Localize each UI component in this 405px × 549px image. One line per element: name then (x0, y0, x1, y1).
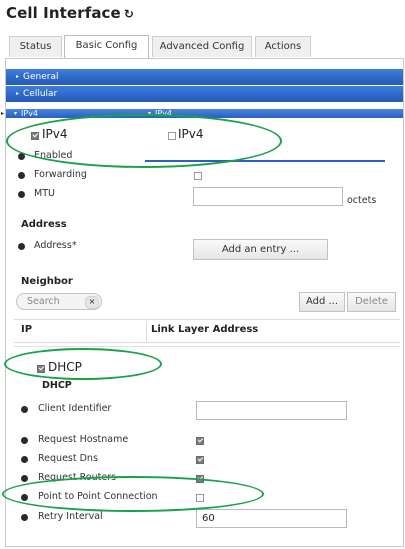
delete-button[interactable]: Delete (347, 292, 396, 312)
clear-icon[interactable]: × (85, 296, 99, 309)
column-ip[interactable]: IP (21, 324, 32, 335)
request-dns-checkbox[interactable] (196, 456, 204, 464)
refresh-icon[interactable]: ↻ (124, 7, 134, 21)
column-divider (146, 320, 147, 342)
info-icon (21, 475, 28, 482)
add-entry-button[interactable]: Add an entry ... (193, 239, 328, 260)
highlight-ellipse-dhcp (4, 348, 162, 380)
info-icon (18, 243, 25, 250)
tab-advanced-config[interactable]: Advanced Config (152, 36, 252, 57)
info-icon (18, 191, 25, 198)
chevron-right-icon: ▸ (16, 73, 20, 80)
tab-actions[interactable]: Actions (255, 36, 311, 57)
section-cellular[interactable]: ▸ Cellular (6, 86, 403, 102)
info-icon (21, 406, 28, 413)
section-general[interactable]: ▸ General (6, 69, 403, 85)
section-ipv4-label: IPv4 (21, 109, 39, 118)
highlight-ellipse-ipv4 (6, 114, 282, 168)
tab-basic-config[interactable]: Basic Config (64, 35, 149, 58)
neighbor-heading: Neighbor (21, 276, 73, 287)
info-icon (18, 172, 25, 179)
retry-interval-input[interactable]: 60 (196, 509, 347, 528)
info-icon (21, 437, 28, 444)
section-cellular-label: Cellular (23, 89, 58, 99)
dhcp-heading: DHCP (42, 380, 72, 391)
neighbor-table-header: IP Link Layer Address (14, 319, 400, 343)
request-hostname-label: Request Hostname (38, 434, 129, 445)
search-box[interactable]: Search × (16, 293, 102, 310)
request-dns-label: Request Dns (38, 453, 98, 464)
chevron-right-icon: ▸ (16, 90, 20, 97)
address-label: Address* (34, 240, 77, 251)
add-button[interactable]: Add ... (299, 292, 345, 312)
highlight-ellipse-point-to-point (2, 476, 264, 512)
mtu-label: MTU (34, 188, 55, 199)
retry-interval-label: Retry Interval (38, 511, 103, 522)
section-general-label: General (23, 72, 59, 82)
page-title: Cell Interface ↻ (6, 4, 134, 22)
info-icon (21, 514, 28, 521)
mtu-unit: octets (347, 195, 377, 206)
marker-icon: ▸ (1, 110, 5, 117)
request-hostname-checkbox[interactable] (196, 437, 204, 445)
search-placeholder: Search (27, 296, 60, 307)
chevron-down-icon: ▾ (14, 110, 18, 117)
mtu-input[interactable] (193, 187, 343, 206)
forwarding-checkbox[interactable] (194, 172, 202, 180)
client-identifier-input[interactable] (196, 401, 347, 420)
info-icon (21, 456, 28, 463)
table-row-divider (14, 346, 400, 347)
page-title-text: Cell Interface (6, 4, 121, 22)
client-identifier-label: Client Identifier (38, 403, 112, 414)
column-link-layer-address[interactable]: Link Layer Address (151, 324, 258, 335)
tab-status[interactable]: Status (9, 36, 62, 57)
forwarding-label: Forwarding (34, 169, 87, 180)
address-heading: Address (21, 219, 67, 230)
